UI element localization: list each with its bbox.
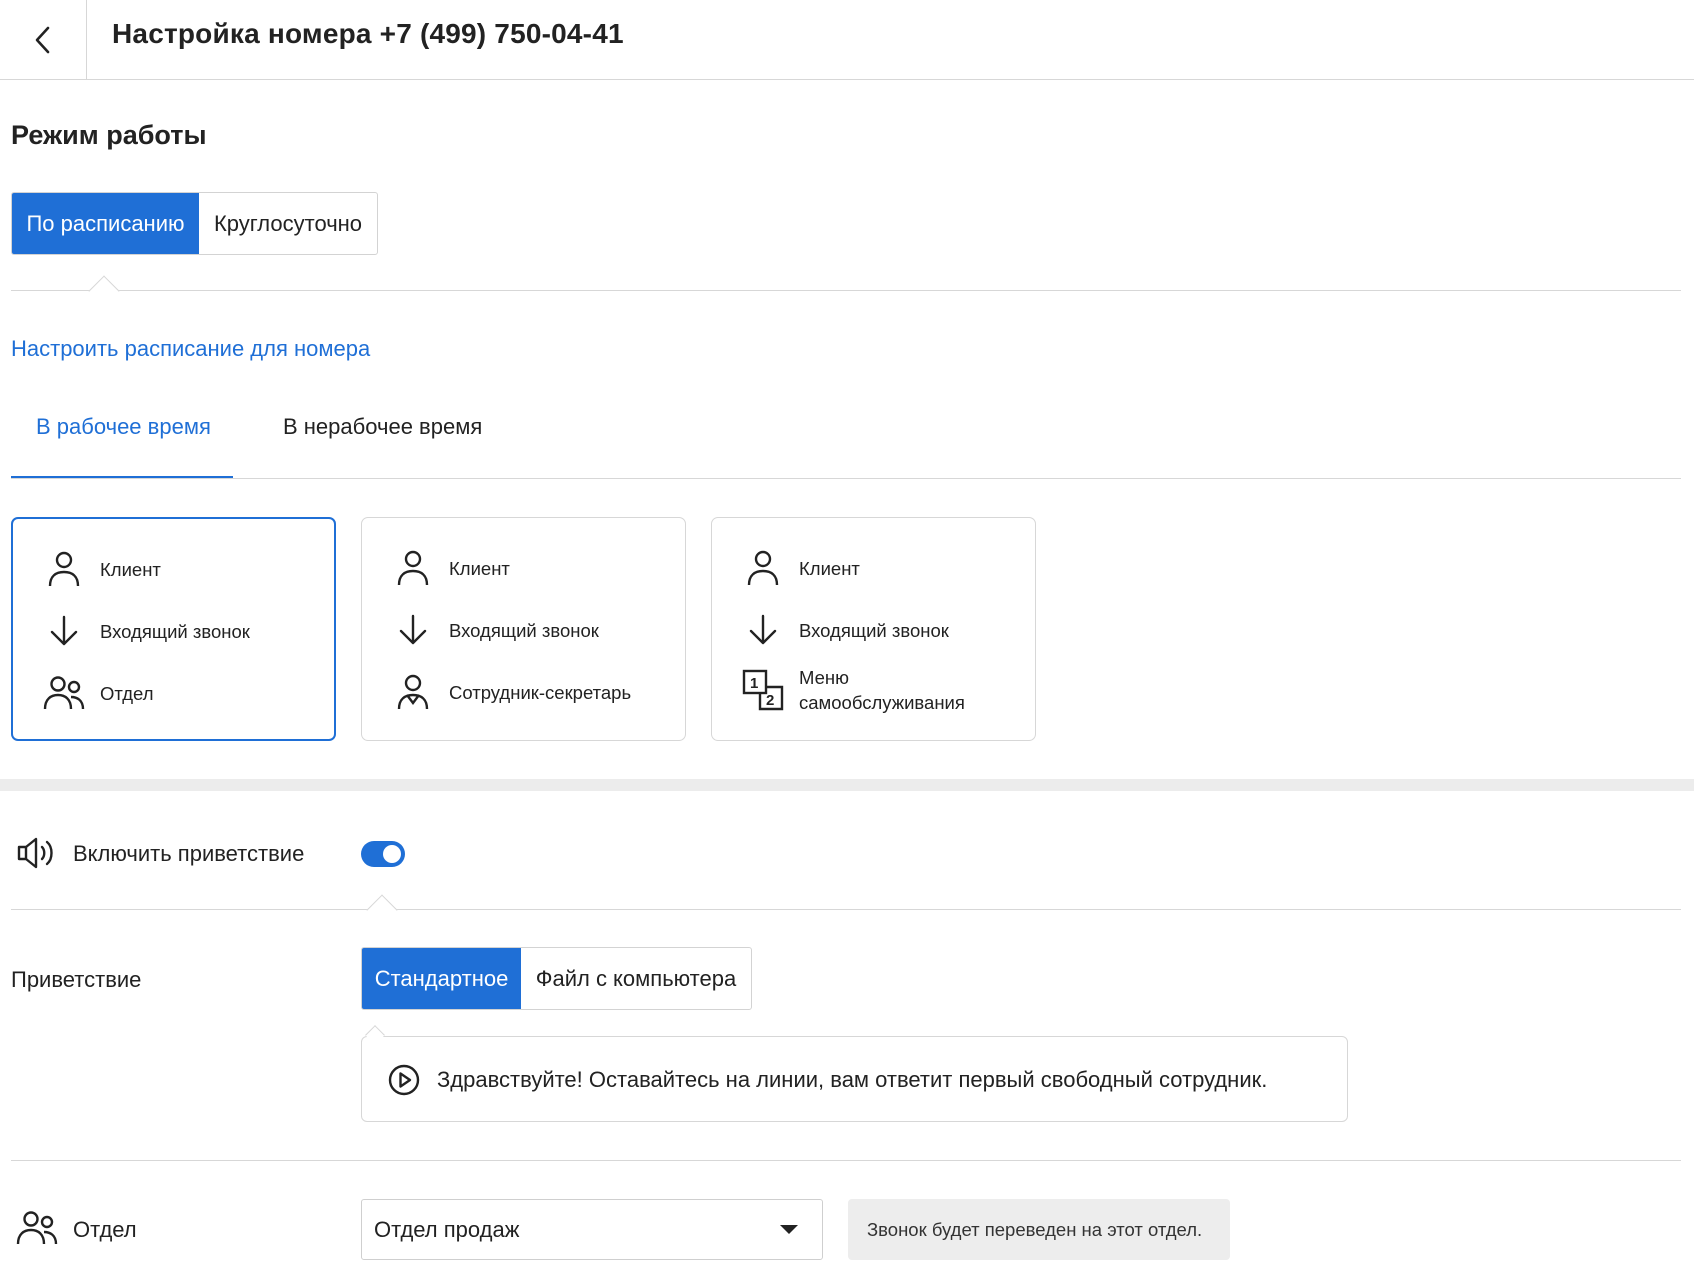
pointer-notch	[88, 275, 120, 307]
page-title: Настройка номера +7 (499) 750-04-41	[112, 18, 624, 49]
tab-non-working-hours[interactable]: В нерабочее время	[283, 414, 482, 440]
divider	[11, 1160, 1681, 1161]
scenario-step-label: Клиент	[799, 557, 860, 579]
top-bar: Настройка номера +7 (499) 750-04-41	[0, 0, 1694, 80]
scenario-step-label: Входящий звонок	[100, 620, 250, 642]
pointer-notch	[366, 894, 398, 926]
department-label: Отдел	[73, 1217, 137, 1242]
scenario-step-label-line2: самообслуживания	[799, 692, 965, 713]
tab-working-hours[interactable]: В рабочее время	[36, 414, 211, 440]
scenario-step: Сотрудник-секретарь	[392, 671, 631, 713]
toggle-knob	[383, 845, 401, 863]
department-hint: Звонок будет переведен на этот отдел.	[848, 1199, 1230, 1260]
scenario-step-label: Меню самообслуживания	[799, 665, 965, 715]
user-icon	[742, 547, 784, 589]
scenario-card-secretary[interactable]: Клиент Входящий звонок Сотрудник-секрета…	[361, 517, 686, 741]
secretary-icon	[392, 671, 434, 713]
scenario-step-label: Сотрудник-секретарь	[449, 681, 632, 703]
department-select[interactable]: Отдел продаж	[361, 1199, 823, 1260]
divider	[11, 909, 1681, 910]
greeting-option-file[interactable]: Файл с компьютера	[521, 948, 751, 1009]
scenario-step: Входящий звонок	[43, 610, 250, 652]
scenario-card-ivr[interactable]: Клиент Входящий звонок 1 2 Меню самообсл…	[711, 517, 1036, 741]
scenario-card-department[interactable]: Клиент Входящий звонок Отдел	[11, 517, 336, 741]
greeting-toggle[interactable]	[361, 841, 405, 867]
tabs-divider	[11, 478, 1681, 479]
play-icon[interactable]	[388, 1064, 420, 1096]
user-icon	[43, 548, 85, 590]
arrow-down-icon	[392, 609, 434, 651]
caret-down-icon	[780, 1225, 798, 1234]
chevron-left-icon	[35, 26, 50, 54]
mode-section-title: Режим работы	[11, 120, 207, 150]
scenario-step-label: Клиент	[100, 558, 161, 580]
scenario-step-label: Клиент	[449, 557, 510, 579]
divider	[11, 290, 1681, 291]
back-button[interactable]	[0, 0, 87, 80]
scenario-step: 1 2 Меню самообслуживания	[742, 665, 965, 715]
scenario-step: Клиент	[392, 547, 510, 589]
scenario-step-label: Входящий звонок	[799, 619, 949, 641]
svg-text:2: 2	[766, 692, 774, 709]
scenario-step-label: Входящий звонок	[449, 619, 599, 641]
greeting-type-switch: Стандартное Файл с компьютера	[361, 947, 752, 1010]
greeting-label: Приветствие	[11, 967, 142, 992]
scenario-step-label-line1: Меню	[799, 667, 849, 688]
speaker-icon	[16, 835, 56, 876]
group-icon	[43, 672, 85, 714]
arrow-down-icon	[742, 609, 784, 651]
mode-option-24h[interactable]: Круглосуточно	[199, 193, 377, 254]
scenario-step: Клиент	[742, 547, 860, 589]
greeting-option-standard[interactable]: Стандартное	[362, 948, 521, 1009]
mode-switch: По расписанию Круглосуточно	[11, 192, 378, 255]
greeting-preview: Здравствуйте! Оставайтесь на линии, вам …	[361, 1036, 1348, 1122]
mode-option-schedule[interactable]: По расписанию	[12, 193, 199, 254]
group-icon	[16, 1210, 58, 1251]
scenario-step-label: Отдел	[100, 682, 154, 704]
scenario-step: Отдел	[43, 672, 154, 714]
scenario-step: Входящий звонок	[742, 609, 949, 651]
ivr-menu-icon: 1 2	[742, 669, 784, 711]
greeting-toggle-label: Включить приветствие	[73, 841, 305, 866]
department-hint-text: Звонок будет переведен на этот отдел.	[867, 1219, 1203, 1240]
scenario-step: Входящий звонок	[392, 609, 599, 651]
configure-schedule-link[interactable]: Настроить расписание для номера	[11, 336, 370, 362]
user-icon	[392, 547, 434, 589]
scenario-step: Клиент	[43, 548, 161, 590]
department-select-value: Отдел продаж	[374, 1217, 520, 1242]
greeting-text: Здравствуйте! Оставайтесь на линии, вам …	[437, 1067, 1268, 1092]
svg-text:1: 1	[750, 675, 758, 692]
section-separator	[0, 779, 1694, 791]
arrow-down-icon	[43, 610, 85, 652]
